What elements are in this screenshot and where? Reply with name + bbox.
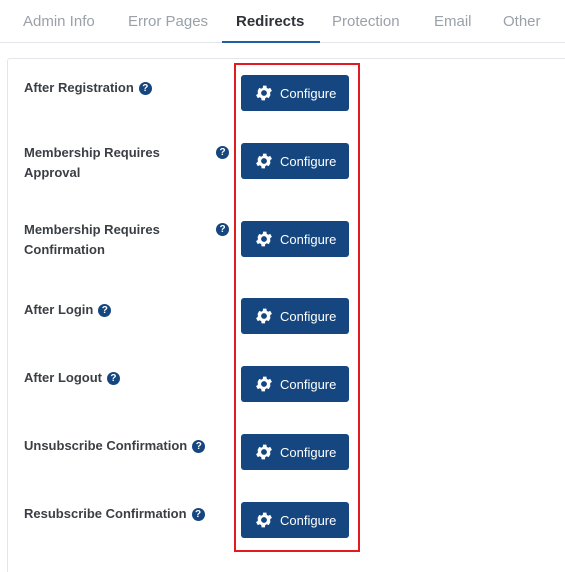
configure-button-after-logout[interactable]: Configure: [241, 366, 349, 402]
help-circle-icon[interactable]: ?: [192, 440, 206, 453]
configure-button-label: Configure: [280, 308, 337, 324]
gear-icon: [256, 308, 272, 324]
redirect-label-membership-requires-approval: Membership Requires Approval: [24, 145, 160, 180]
configure-button-membership-requires-confirmation[interactable]: Configure: [241, 221, 349, 257]
configure-button-after-registration[interactable]: Configure: [241, 75, 349, 111]
tab-other[interactable]: Other: [503, 0, 541, 42]
help-circle-icon[interactable]: ?: [191, 508, 205, 521]
redirect-label-text: After Registration: [24, 80, 134, 95]
gear-icon: [256, 85, 272, 101]
configure-button-label: Configure: [280, 444, 337, 460]
redirect-label-text: Resubscribe Confirmation: [24, 506, 187, 521]
help-circle-icon[interactable]: ?: [138, 82, 152, 95]
configure-button-label: Configure: [280, 153, 337, 169]
configure-button-label: Configure: [280, 85, 337, 101]
gear-icon: [256, 444, 272, 460]
gear-icon: [256, 153, 272, 169]
redirect-label-text: After Logout: [24, 370, 102, 385]
redirect-label-membership-requires-confirmation: Membership Requires Confirmation: [24, 222, 160, 257]
tab-redirects[interactable]: Redirects: [221, 0, 321, 43]
help-circle-icon[interactable]: ?: [216, 146, 229, 159]
help-circle-icon[interactable]: ?: [98, 304, 112, 317]
tab-email[interactable]: Email: [434, 0, 472, 42]
configure-button-membership-requires-approval[interactable]: Configure: [241, 143, 349, 179]
configure-button-unsubscribe-confirmation[interactable]: Configure: [241, 434, 349, 470]
settings-tabs: Admin Info Error Pages Redirects Protect…: [0, 0, 565, 43]
redirect-label-after-login: After Login?: [24, 300, 214, 320]
help-circle-icon[interactable]: ?: [106, 372, 120, 385]
configure-button-label: Configure: [280, 231, 337, 247]
tab-protection[interactable]: Protection: [332, 0, 400, 42]
redirect-label-resubscribe-confirmation: Resubscribe Confirmation?: [24, 504, 224, 524]
configure-button-label: Configure: [280, 512, 337, 528]
redirect-label-after-registration: After Registration?: [24, 78, 214, 98]
tab-error-pages[interactable]: Error Pages: [128, 0, 208, 42]
configure-button-resubscribe-confirmation[interactable]: Configure: [241, 502, 349, 538]
redirect-label-text: Unsubscribe Confirmation: [24, 438, 188, 453]
redirect-label-text: After Login: [24, 302, 94, 317]
redirect-label-unsubscribe-confirmation: Unsubscribe Confirmation?: [24, 436, 224, 456]
configure-button-label: Configure: [280, 376, 337, 392]
gear-icon: [256, 231, 272, 247]
gear-icon: [256, 376, 272, 392]
settings-page: Admin Info Error Pages Redirects Protect…: [0, 0, 565, 572]
tab-admin-info[interactable]: Admin Info: [23, 0, 95, 42]
redirect-label-after-logout: After Logout?: [24, 368, 214, 388]
gear-icon: [256, 512, 272, 528]
help-circle-icon[interactable]: ?: [216, 223, 229, 236]
configure-button-after-login[interactable]: Configure: [241, 298, 349, 334]
